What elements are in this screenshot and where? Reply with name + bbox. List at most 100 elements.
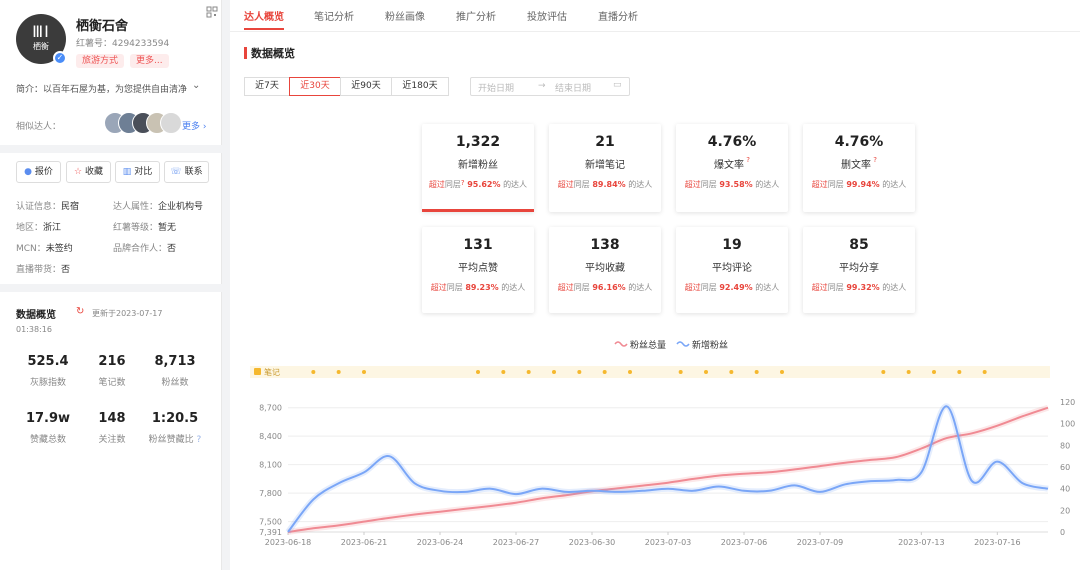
x-tick-label: 2023-06-24 [417,538,464,547]
range-180d[interactable]: 近180天 [391,77,449,96]
x-tick-label: 2023-07-13 [898,538,945,547]
note-dot [336,370,341,374]
note-dot [729,370,734,374]
end-date-input[interactable]: 结束日期 [555,81,591,94]
qr-code-icon[interactable] [206,3,218,18]
metric-card[interactable]: 21 新增笔记 超过同层 89.84% 的达人 [549,124,661,212]
metric-card[interactable]: 4.76% 爆文率 ? 超过同层 93.58% 的达人 [676,124,788,212]
tab-notes[interactable]: 笔记分析 [314,8,354,30]
price-icon: ● [24,167,32,177]
range-7d[interactable]: 近7天 [244,77,290,96]
metric-rank: 超过同层 96.16% 的达人 [557,283,653,292]
metric-card[interactable]: 85 平均分享 超过同层 99.32% 的达人 [803,227,915,313]
tab-live[interactable]: 直播分析 [598,8,638,30]
price-button[interactable]: ● 报价 [16,161,61,183]
star-icon: ☆ [73,167,83,177]
brand-logo: ⅢI 栖衡 [32,22,50,52]
legend-total-swatch [614,341,628,347]
contact-button[interactable]: ☏ 联系 [164,161,209,183]
stat-value: 148 [98,411,126,426]
tag-travel[interactable]: 旅游方式 [76,54,125,68]
metric-rank: 超过同层? 95.62% 的达人 [428,179,528,189]
phone-icon: ☏ [170,167,182,177]
divider [0,145,222,153]
metric-label: 平均收藏 [585,263,625,274]
x-tick-label: 2023-06-30 [569,538,616,547]
stat-label: 灰豚指数 [29,378,66,388]
similar-avatar[interactable] [160,112,182,134]
section-title: 数据概览 [251,47,295,60]
metric-value: 138 [590,237,620,253]
metric-card[interactable]: 138 平均收藏 超过同层 96.16% 的达人 [549,227,661,313]
tab-divider [230,31,1080,32]
y-left-tick: 8,700 [259,404,282,413]
tab-delivery[interactable]: 投放评估 [527,8,567,30]
chevron-down-icon[interactable]: ⌄ [192,80,200,91]
section-marker [244,47,247,59]
help-icon[interactable]: ? [197,435,202,445]
metric-value: 4.76% [834,134,884,150]
x-tick-label: 2023-07-16 [974,538,1021,547]
notes-icon [254,368,261,375]
range-90d[interactable]: 近90天 [340,77,392,96]
similar-avatars[interactable] [104,112,182,136]
y-left-tick: 7,500 [259,518,282,527]
metric-value: 19 [722,237,742,253]
metric-label: 平均评论 [712,263,752,274]
start-date-input[interactable]: 开始日期 [478,81,514,94]
compare-button[interactable]: ▥ 对比 [115,161,160,183]
y-right-tick: 60 [1060,463,1070,472]
metric-card[interactable]: 4.76% 删文率 ? 超过同层 99.94% 的达人 [803,124,915,212]
metric-rank: 超过同层 99.32% 的达人 [811,283,907,292]
note-dot [780,370,784,374]
stat-value: 8,713 [154,354,196,369]
attr-info: 达人属性：企业机构号 [113,202,204,212]
metric-card[interactable]: 19 平均评论 超过同层 92.49% 的达人 [676,227,788,313]
tab-overview[interactable]: 达人概览 [244,8,284,30]
note-dot [552,370,556,374]
refresh-icon[interactable]: ↻ [76,306,84,317]
fans-trend-chart[interactable]: 粉丝总量 新增粉丝笔记 7,3917,500 7,800 8,100 8,400 8,700… [230,330,1080,570]
tab-fans[interactable]: 粉丝画像 [385,8,425,30]
metric-card[interactable]: 131 平均点赞 超过同层 89.23% 的达人 [422,227,534,313]
profile-name: 栖衡石舍 [76,19,129,34]
note-dot [982,370,987,374]
brand-info: 品牌合作人：否 [113,244,177,254]
note-dot [577,370,582,374]
x-tick-label: 2023-06-27 [493,538,540,547]
range-30d[interactable]: 近30天 [289,77,341,96]
legend-new-label: 新增粉丝 [692,339,728,351]
y-right-tick: 40 [1060,485,1070,494]
calendar-icon: ▭ [613,80,622,90]
chart-legend: 粉丝总量 新增粉丝 [614,339,728,351]
x-tick-label: 2023-07-09 [797,538,844,547]
metric-rank: 超过同层 89.23% 的达人 [430,283,526,292]
divider [0,284,222,292]
tab-promotion[interactable]: 推广分析 [456,8,496,30]
favorite-button[interactable]: ☆ 收藏 [66,161,111,183]
x-tick-label: 2023-06-21 [341,538,388,547]
metric-card[interactable]: 1,322 新增粉丝 超过同层? 95.62% 的达人 [422,124,534,212]
account-id: 红薯号：4294233594 [76,39,170,49]
tag-more[interactable]: 更多... [130,54,169,68]
active-card-indicator [422,209,534,212]
metric-value: 1,322 [455,134,501,150]
y-left-tick: 7,800 [259,489,282,498]
similar-label: 相似达人： [16,122,62,132]
stat-label: 笔记数 [98,378,126,388]
note-dot [526,370,531,374]
date-range-picker[interactable]: 开始日期 → 结束日期 ▭ [470,77,630,96]
y-right-tick: 20 [1060,506,1070,515]
verified-icon: ✓ [53,51,67,65]
stat-value: 525.4 [27,354,69,369]
x-tick-label: 2023-07-03 [645,538,692,547]
help-icon[interactable]: ? [744,156,750,164]
stat-value: 17.9w [25,411,71,426]
note-dot [362,370,366,374]
updated-date: 更新于2023-07-17 [92,309,163,318]
help-icon[interactable]: ? [871,156,877,164]
y-right-tick: 120 [1060,398,1075,407]
more-similar-link[interactable]: 更多 › [182,119,206,132]
y-left-tick: 8,100 [259,461,282,470]
help-icon[interactable]: ? [461,179,465,187]
